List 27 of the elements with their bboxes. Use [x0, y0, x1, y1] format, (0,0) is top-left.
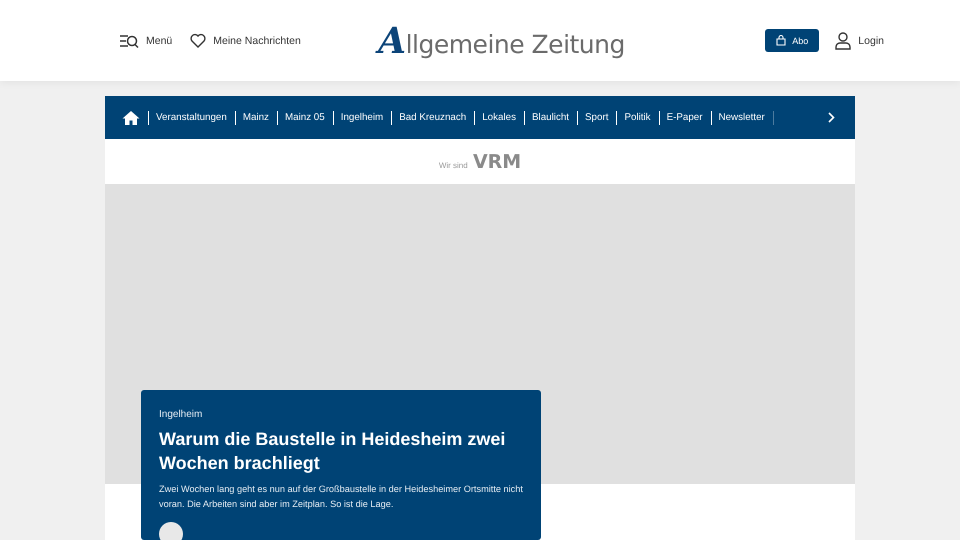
nav-link[interactable]: Ingelheim	[340, 112, 384, 123]
avatar-icon	[159, 522, 183, 540]
nav-link[interactable]: Lokales	[482, 112, 516, 123]
nav-link[interactable]: Blaulicht	[532, 112, 570, 123]
brand-slogan: Wir sind VRM	[438, 150, 522, 172]
heart-icon	[190, 33, 206, 48]
headline[interactable]: Warum die Baustelle in Heidesheim zwei Wochen brachliegt	[159, 427, 523, 475]
nav-link[interactable]: Bad Kreuznach	[399, 112, 466, 123]
menu-search-icon	[119, 32, 139, 48]
login-link[interactable]: Login	[835, 32, 884, 50]
chevron-right-icon[interactable]	[828, 112, 835, 123]
subscribe-button[interactable]: Abo	[765, 29, 820, 52]
saved-news-link[interactable]: Meine Nachrichten	[190, 33, 301, 48]
site-logo[interactable]: Allgemeine Zeitung	[378, 20, 625, 62]
teaser-summary: Zwei Wochen lang geht es nun auf der Großbaustelle in der Heidesheimer Ortsmitte nicht voran. Die Arbeiten sind aber im Zeitplan. So ist die Lage.	[159, 483, 523, 511]
nav-link[interactable]: Mainz 05	[284, 112, 325, 123]
menu-button[interactable]: Menü	[119, 32, 172, 48]
nav-link[interactable]: Veranstaltungen	[156, 112, 227, 123]
nav-link[interactable]: Newsletter	[718, 112, 765, 123]
teaser-card[interactable]	[141, 390, 541, 540]
nav-link[interactable]: Sport	[585, 112, 608, 123]
user-icon	[835, 32, 852, 50]
home-icon[interactable]	[122, 110, 140, 126]
category-label: Ingelheim	[159, 409, 204, 420]
nav-link[interactable]: Mainz	[242, 112, 269, 123]
nav-link[interactable]: Politik	[624, 112, 651, 123]
nav-link[interactable]: E-Paper	[666, 112, 703, 123]
